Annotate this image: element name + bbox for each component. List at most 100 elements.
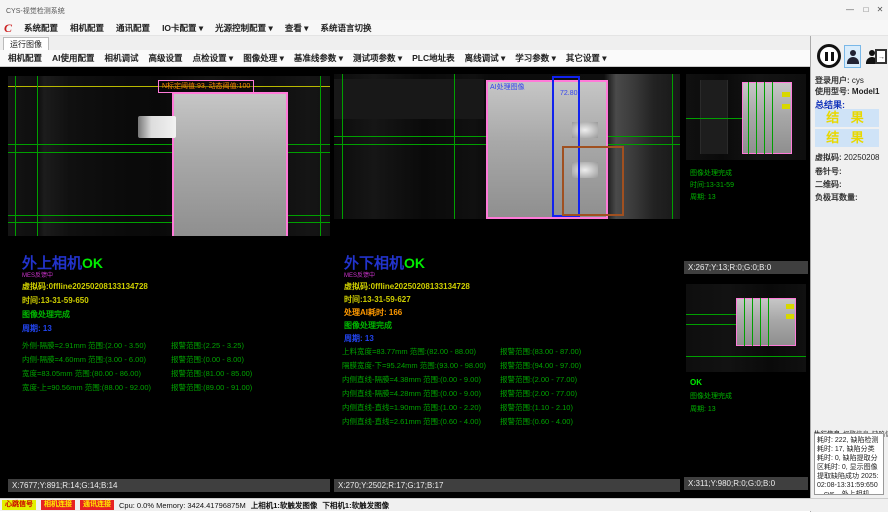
tool-baseline-params[interactable]: 基准线参数 ▾ [294, 52, 343, 64]
measurement-row: 宽度-上=90.56mm 范围:(88.00 - 92.00) [22, 382, 151, 393]
result-ok-badge: OK [404, 255, 425, 271]
execution-log[interactable]: 耗时: 222, 缺陷检测耗时: 17, 缺陷分类耗时: 0, 缺陷提取分区耗时… [814, 433, 884, 495]
camera-image-left[interactable]: N标定阈值:93, 动态阈值:100 [8, 76, 330, 236]
pause-button[interactable] [817, 44, 841, 68]
result-ok-badge: OK [690, 378, 702, 387]
app-window: CYS-视觉检测系统 — □ ✕ C 系统配置 相机配置 通讯配置 IO卡配置 … [0, 0, 888, 522]
overlay-line [686, 118, 742, 119]
camera-image-middle[interactable]: AI处理图像 72.80 [334, 74, 680, 219]
menu-bar: C 系统配置 相机配置 通讯配置 IO卡配置 ▾ 光源控制配置 ▾ 查看 ▾ 系… [0, 20, 888, 36]
cycle-line: 周期: 13 [344, 333, 374, 344]
alarm-range: 报警范围:(83.00 - 87.00) [500, 346, 581, 357]
result-ok-badge: OK [82, 255, 103, 271]
overlay-line [342, 74, 343, 219]
tool-camera-config[interactable]: 相机配置 [8, 52, 42, 64]
alarm-range: 报警范围:(0.00 - 8.00) [171, 354, 244, 365]
measurement-row: 内侧-隔膜=4.60mm 范围:(3.00 - 6.00) [22, 354, 146, 365]
tab-count-label: 负极耳数量: [815, 192, 858, 203]
annotation-marker [786, 304, 794, 309]
camera-panel-right-bottom: OK 图像处理完成 周期: 13 X:311;Y:980;R:0;G:0;B:0 [684, 278, 808, 490]
toolbar: 相机配置 AI使用配置 相机调试 高级设置 点检设置 ▾ 图像处理 ▾ 基准线参… [0, 50, 810, 67]
model-value: Model1 [852, 87, 880, 96]
overlay-line [760, 298, 761, 346]
menu-comm-config[interactable]: 通讯配置 [116, 22, 150, 34]
user-icon [847, 50, 859, 64]
virtual-code-label: 虚拟码: [815, 153, 842, 162]
alarm-range: 报警范围:(2.00 - 77.00) [500, 388, 577, 399]
overlay-line [748, 82, 749, 154]
exit-button[interactable]: → [873, 45, 888, 68]
machine-structure [700, 80, 728, 154]
login-user-label: 登录用户: [815, 76, 850, 85]
overlay-line [320, 76, 321, 236]
measurement-row: 内侧直线-直线=1.90mm 范围:(1.00 - 2.20) [342, 402, 481, 413]
virtual-code-value: 20250208 [844, 153, 880, 162]
pixel-coordinate-bar: X:311;Y:980;R:0;G:0;B:0 [684, 477, 808, 490]
comm-connection-badge: 通讯连接 [80, 500, 114, 510]
alarm-range: 报警范围:(2.00 - 77.00) [500, 374, 577, 385]
measurement-row: 隔膜宽度-下=95.24mm 范围:(93.00 - 98.00) [342, 360, 486, 371]
tool-ai-usage-config[interactable]: AI使用配置 [52, 52, 95, 64]
overlay-line [15, 76, 16, 236]
model-row: 使用型号: Model1 [815, 86, 879, 97]
roi-box [562, 146, 624, 216]
exit-door-icon: → [875, 49, 887, 64]
overlay-line [672, 74, 673, 219]
tool-advanced-settings[interactable]: 高级设置 [149, 52, 183, 64]
alarm-range: 报警范围:(94.00 - 97.00) [500, 360, 581, 371]
camera-image-right-top[interactable] [686, 74, 806, 160]
annotation-marker [782, 104, 790, 109]
overlay-line [454, 74, 455, 219]
heartbeat-status-badge: 心跳信号 [2, 500, 36, 510]
minimize-button[interactable]: — [842, 3, 858, 17]
close-button[interactable]: ✕ [872, 3, 888, 17]
overlay-line [764, 82, 765, 154]
pixel-coordinate-bar: X:270;Y:2502;R:17;G:17;B:17 [334, 479, 680, 492]
tab-run-image[interactable]: 运行图像 [3, 37, 49, 51]
main-view-area: N标定阈值:93, 动态阈值:100 外上相机OK MES反馈中 虚拟码:0ff… [0, 67, 810, 498]
menu-system-config[interactable]: 系统配置 [24, 22, 58, 34]
overlay-line [756, 82, 757, 154]
ai-time-line: 处理AI耗时: 166 [344, 307, 402, 318]
tool-spot-check[interactable]: 点检设置 ▾ [193, 52, 234, 64]
status-line: 周期: 13 [690, 404, 716, 414]
upper-camera-trigger-link[interactable]: 上相机1:软触发图像 [251, 500, 318, 511]
cycle-line: 周期: 13 [22, 323, 52, 334]
measurement-row: 内侧直线-隔膜=4.28mm 范围:(0.00 - 9.00) [342, 388, 481, 399]
tool-plc-address-table[interactable]: PLC地址表 [412, 52, 455, 64]
ai-score-label: 72.80 [560, 90, 578, 97]
menu-io-card-config[interactable]: IO卡配置 ▾ [162, 22, 203, 34]
tool-offline-debug[interactable]: 离线调试 ▾ [465, 52, 506, 64]
menu-light-control-config[interactable]: 光源控制配置 ▾ [215, 22, 273, 34]
menu-camera-config[interactable]: 相机配置 [70, 22, 104, 34]
status-bar: 心跳信号 相机连接 通讯连接 Cpu: 0.0% Memory: 3424.41… [0, 498, 888, 511]
status-line: 图像处理完成 [690, 391, 732, 401]
connector-part [138, 116, 176, 138]
menu-language-switch[interactable]: 系统语言切换 [320, 22, 371, 34]
overlay-line [752, 298, 753, 346]
status-line: 时间:13-31-59 [690, 180, 734, 190]
tool-camera-debug[interactable]: 相机调试 [105, 52, 139, 64]
result-display-2: 结 果 [815, 129, 879, 147]
tool-learning-params[interactable]: 学习参数 ▾ [515, 52, 556, 64]
tool-other-settings[interactable]: 其它设置 ▾ [566, 52, 607, 64]
mes-feedback-label: MES反馈中 [22, 270, 53, 279]
lower-camera-trigger-link[interactable]: 下相机1:软触发图像 [322, 500, 389, 511]
time-line: 时间:13-31-59-627 [344, 294, 411, 305]
user-login-button[interactable] [844, 45, 861, 68]
camera-panel-right-top: 图像处理完成 时间:13-31-59 周期: 13 X:267;Y:13;R:0… [684, 72, 808, 274]
menu-view[interactable]: 查看 ▾ [285, 22, 309, 34]
tool-image-processing[interactable]: 图像处理 ▾ [243, 52, 284, 64]
measurement-row: 内侧直线-隔膜=4.38mm 范围:(0.00 - 9.00) [342, 374, 481, 385]
alarm-range: 报警范围:(89.00 - 91.00) [171, 382, 252, 393]
camera-image-right-bottom[interactable] [686, 284, 806, 372]
process-done-line: 图像处理完成 [22, 309, 70, 320]
app-logo-icon: C [4, 22, 12, 34]
login-user-value: cys [852, 76, 864, 85]
login-user-row: 登录用户: cys [815, 75, 864, 86]
tool-test-item-params[interactable]: 测试项参数 ▾ [353, 52, 402, 64]
pin-number-label: 卷针号: [815, 166, 842, 177]
alarm-range: 报警范围:(81.00 - 85.00) [171, 368, 252, 379]
pixel-coordinate-bar: X:267;Y:13;R:0;G:0;B:0 [684, 261, 808, 274]
alarm-range: 报警范围:(2.25 - 3.25) [171, 340, 244, 351]
